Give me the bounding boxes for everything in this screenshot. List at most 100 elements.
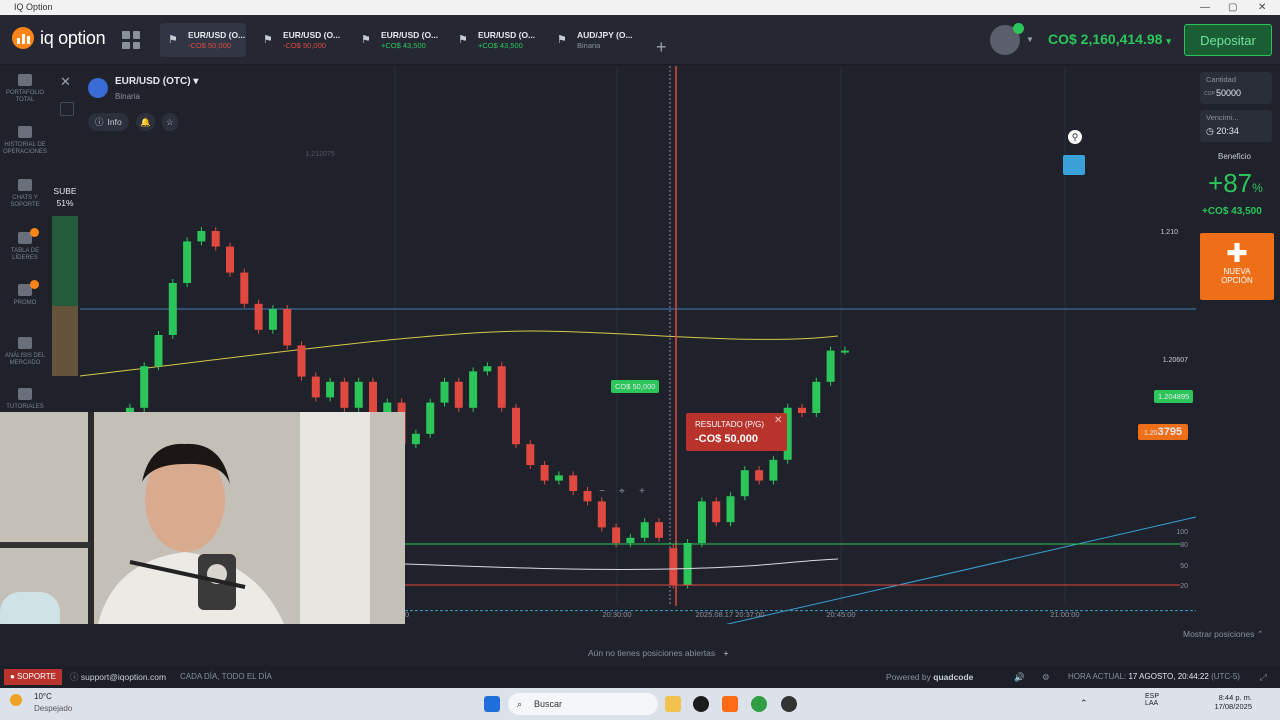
tab-title: EUR/USD (O...	[478, 29, 536, 40]
sentiment-value: 51%	[56, 198, 74, 208]
support-button[interactable]: ● SOPORTE	[4, 669, 62, 685]
news-event-icon[interactable]	[1063, 155, 1085, 175]
sidebar-item[interactable]: PORTAFOLIO TOTAL	[0, 74, 50, 104]
asset-tab[interactable]: ⚑ EUR/USD (O... +CO$ 43,500	[353, 23, 439, 57]
sidebar-item[interactable]: CHATS Y SOPORTE	[0, 179, 50, 209]
maximize-icon[interactable]: ▢	[1228, 0, 1237, 15]
language[interactable]: ESP LAA	[1145, 693, 1159, 707]
iqoption-logo[interactable]: iq option	[12, 27, 106, 49]
settings-gear-icon[interactable]: ⚙	[1042, 666, 1050, 688]
avatar[interactable]	[990, 23, 1024, 55]
candle	[254, 303, 263, 330]
chrome-icon[interactable]	[751, 696, 767, 712]
candle	[211, 231, 220, 247]
sidebar-item[interactable]: PROMO	[0, 280, 50, 307]
chart-center-tool[interactable]: ⌖	[619, 486, 625, 497]
chart-minus-tool[interactable]: −	[599, 486, 605, 497]
flag-icon: ⚑	[557, 34, 567, 46]
webcam-overlay	[0, 412, 405, 640]
candle	[583, 491, 592, 502]
chevron-up-icon[interactable]: ⌃	[1080, 698, 1088, 709]
asset-tab[interactable]: ⚑ AUD/JPY (O... Binaria	[549, 23, 637, 57]
taskbar-clock[interactable]: 8:44 p. m. 17/08/2025	[1212, 693, 1252, 711]
sidebar-item-label: PROMO	[13, 300, 37, 306]
trade-amount-tag: CO$ 50,000	[611, 380, 660, 393]
x-tick-label: 0	[405, 610, 409, 619]
price-level-label: 1.210	[1160, 229, 1178, 236]
account-balance[interactable]: CO$ 2,160,414.98 ▾	[1048, 31, 1171, 47]
profit-label: Beneficio	[1218, 152, 1251, 161]
candle	[340, 381, 349, 408]
candle	[540, 465, 549, 481]
candle	[554, 475, 563, 481]
taskbar-search[interactable]: ⌕ Buscar	[508, 693, 658, 715]
candle	[440, 381, 449, 403]
candle	[140, 366, 149, 408]
add-position-icon[interactable]: +	[724, 648, 729, 658]
windows-start-icon[interactable]	[484, 696, 500, 712]
x-tick-label: 2025.08.17 20:37:00	[696, 610, 765, 619]
os-taskbar: 10°C Despejado ⌕ Buscar ⌃ ESP LAA 8:44 p. …	[0, 688, 1280, 720]
iqoption-app-icon[interactable]	[722, 696, 738, 712]
trade-result-popup: RESULTADO (P/G) -CO$ 50,000 ✕	[686, 413, 787, 451]
expand-icon[interactable]	[60, 102, 74, 116]
candle	[640, 522, 649, 538]
asset-tab[interactable]: ⚑ EUR/USD (O... +CO$ 43,500	[450, 23, 536, 57]
weather-temp: 10°C	[34, 692, 52, 701]
asset-name: EUR/USD (OTC) ▾	[115, 76, 199, 87]
add-tab-icon[interactable]: +	[656, 37, 667, 58]
new-option-button[interactable]: ✚ NUEVA OPCIÓN	[1200, 233, 1274, 300]
candle	[840, 350, 849, 353]
amount-input[interactable]: Cantidad COP 50000	[1200, 72, 1272, 104]
search-icon: ⌕	[517, 699, 523, 709]
asset-tab[interactable]: ⚑ EUR/USD (O... -CO$ 50,000	[160, 23, 246, 57]
alert-bell-icon[interactable]: 🔔	[136, 113, 155, 131]
oscillator-tick-label: 100	[1176, 529, 1188, 536]
candle	[626, 537, 635, 543]
sidebar-item[interactable]: HISTORIAL DE OPERACIONES	[0, 126, 50, 156]
sidebar-item-icon	[18, 337, 32, 349]
sidebar-item[interactable]: TABLA DE LÍDERES	[0, 228, 50, 262]
fullscreen-icon[interactable]: ⤢	[1260, 666, 1267, 688]
app-icon[interactable]	[693, 696, 709, 712]
chevron-down-icon[interactable]: ▼	[1026, 35, 1034, 44]
support-email[interactable]: ⓘ support@iqoption.com	[70, 666, 166, 688]
close-window-icon[interactable]: ✕	[1258, 0, 1266, 15]
oscillator-tick-label: 50	[1180, 563, 1188, 570]
sidebar-item[interactable]: TUTORIALES	[0, 388, 50, 411]
recorder-icon[interactable]	[781, 696, 797, 712]
current-price-tag: 1.204895	[1154, 390, 1194, 403]
candle	[769, 459, 778, 481]
weather-icon[interactable]	[10, 694, 22, 706]
flag-icon: ⚑	[263, 34, 273, 46]
apps-grid-icon[interactable]	[122, 31, 140, 49]
info-button[interactable]: ⓘ Info	[88, 113, 129, 131]
tab-title: EUR/USD (O...	[283, 29, 341, 40]
candle	[311, 376, 320, 398]
candle	[154, 335, 163, 367]
location-pin-icon[interactable]: ⚲	[1068, 130, 1082, 144]
left-sidebar: PORTAFOLIO TOTAL HISTORIAL DE OPERACIONES…	[0, 66, 50, 416]
support-hours: CADA DÍA, TODO EL DÍA	[180, 672, 272, 681]
volume-icon[interactable]: 🔊	[1014, 666, 1025, 688]
chart-plus-tool[interactable]: +	[639, 486, 645, 497]
favorite-star-icon[interactable]: ☆	[162, 113, 178, 131]
deposit-button[interactable]: Depositar	[1184, 24, 1272, 56]
oscillator-tick-label: 20	[1180, 583, 1188, 590]
candle	[597, 501, 606, 528]
notification-badge	[30, 228, 39, 237]
expiry-selector[interactable]: Vencimi... ◷ 20:34	[1200, 110, 1272, 142]
show-positions-toggle[interactable]: Mostrar posiciones ⌃	[1183, 629, 1264, 640]
current-time: HORA ACTUAL: 17 AGOSTO, 20:44:22 (UTC-5)	[1068, 672, 1240, 681]
deal-price-big: 3795	[1157, 426, 1183, 438]
minimize-icon[interactable]: —	[1200, 0, 1210, 15]
oscillator-line	[404, 558, 839, 570]
candle	[426, 402, 435, 434]
sidebar-item[interactable]: ANÁLISIS DEL MERCADO	[0, 337, 50, 367]
close-result-icon[interactable]: ✕	[774, 415, 782, 426]
sentiment-down-bar	[52, 306, 78, 376]
asset-tab[interactable]: ⚑ EUR/USD (O... -CO$ 50,000	[255, 23, 341, 57]
close-asset-icon[interactable]: ✕	[60, 74, 71, 90]
sidebar-item-label: HISTORIAL DE OPERACIONES	[2, 142, 47, 155]
file-explorer-icon[interactable]	[665, 696, 681, 712]
